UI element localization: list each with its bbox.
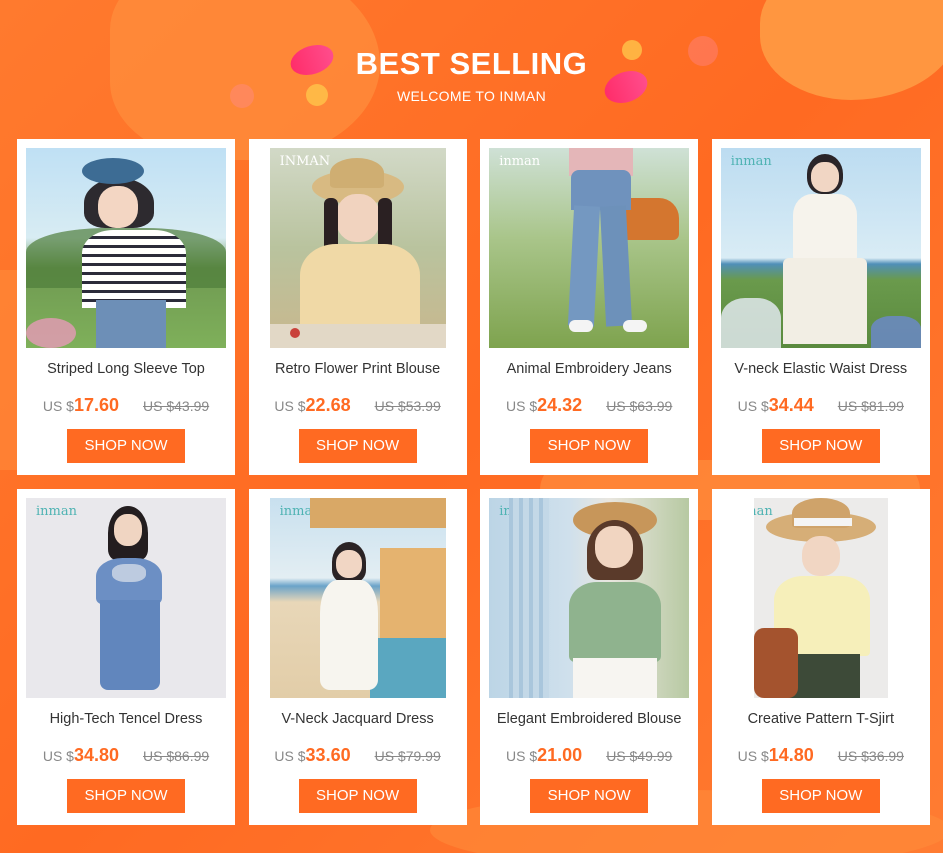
current-price: US $14.80	[737, 745, 814, 765]
product-photo[interactable]: inman	[26, 498, 226, 698]
brand-logo: inman	[754, 504, 773, 519]
price-row: US $14.80 US $36.99	[712, 745, 930, 766]
brand-logo: inman	[499, 154, 541, 169]
product-card[interactable]: INMAN Retro Flower Print Blouse US $22.6…	[248, 139, 467, 475]
current-price: US $34.80	[42, 745, 119, 765]
brand-logo: inman	[36, 504, 77, 519]
product-name[interactable]: Striped Long Sleeve Top	[17, 361, 235, 377]
current-price: US $21.00	[506, 745, 583, 765]
product-name[interactable]: Creative Pattern T-Sjirt	[712, 711, 930, 727]
brand-logo: INMAN	[279, 154, 331, 169]
original-price: US $53.99	[374, 398, 441, 414]
original-price: US $49.99	[606, 748, 673, 764]
product-card[interactable]: inman Creative Pattern T-Sjirt US $14.80…	[711, 489, 930, 825]
product-photo[interactable]	[26, 148, 226, 348]
shop-now-button[interactable]: SHOP NOW	[67, 429, 185, 463]
product-photo[interactable]: inman	[489, 148, 690, 348]
shop-now-button[interactable]: SHOP NOW	[298, 779, 417, 813]
shop-now-button[interactable]: SHOP NOW	[761, 429, 880, 463]
current-price: US $24.32	[506, 395, 583, 415]
page-title: BEST SELLING	[355, 46, 588, 81]
price-row: US $21.00 US $49.99	[480, 745, 698, 766]
product-photo[interactable]: INMAN	[269, 148, 446, 348]
banner-header: BEST SELLING WELCOME TO INMAN	[0, 44, 943, 104]
price-row: US $22.68 US $53.99	[249, 395, 467, 416]
product-name[interactable]: Animal Embroidery Jeans	[480, 361, 698, 377]
original-price: US $43.99	[143, 398, 210, 414]
product-photo[interactable]: inman	[489, 498, 690, 698]
current-price: US $22.68	[274, 395, 351, 415]
price-row: US $34.80 US $86.99	[17, 745, 235, 766]
current-price: US $34.44	[737, 395, 814, 415]
product-card[interactable]: inman Elegant Embroidered Blouse US $21.…	[480, 489, 699, 825]
original-price: US $86.99	[143, 748, 210, 764]
original-price: US $63.99	[606, 398, 673, 414]
product-grid: Striped Long Sleeve Top US $17.60 US $43…	[17, 139, 930, 825]
current-price: US $33.60	[274, 745, 351, 765]
brand-logo: inman	[730, 154, 772, 169]
shop-now-button[interactable]: SHOP NOW	[298, 429, 417, 463]
product-photo[interactable]: inman	[269, 498, 446, 698]
original-price: US $79.99	[374, 748, 441, 764]
shop-now-button[interactable]: SHOP NOW	[761, 779, 880, 813]
price-row: US $34.44 US $81.99	[712, 395, 930, 416]
product-card[interactable]: inman High-Tech Tencel Dress US $34.80 U…	[17, 489, 235, 825]
price-row: US $17.60 US $43.99	[17, 395, 235, 416]
product-card[interactable]: Striped Long Sleeve Top US $17.60 US $43…	[17, 139, 235, 475]
product-card[interactable]: inman Animal Embroidery Jeans US $24.32 …	[480, 139, 699, 475]
shop-now-button[interactable]: SHOP NOW	[67, 779, 185, 813]
price-row: US $33.60 US $79.99	[249, 745, 467, 766]
product-card[interactable]: inman V-neck Elastic Waist Dress US $34.…	[711, 139, 930, 475]
product-photo[interactable]: inman	[753, 498, 888, 698]
product-name[interactable]: V-neck Elastic Waist Dress	[712, 361, 930, 377]
price-row: US $24.32 US $63.99	[480, 395, 698, 416]
current-price: US $17.60	[42, 395, 119, 415]
shop-now-button[interactable]: SHOP NOW	[530, 429, 649, 463]
original-price: US $36.99	[837, 748, 904, 764]
page-subtitle: WELCOME TO INMAN	[397, 88, 546, 104]
product-name[interactable]: V-Neck Jacquard Dress	[249, 711, 467, 727]
original-price: US $81.99	[837, 398, 904, 414]
product-name[interactable]: Elegant Embroidered Blouse	[480, 711, 698, 727]
product-photo[interactable]: inman	[720, 148, 921, 348]
product-name[interactable]: High-Tech Tencel Dress	[17, 711, 235, 727]
product-name[interactable]: Retro Flower Print Blouse	[249, 361, 467, 377]
product-card[interactable]: inman V-Neck Jacquard Dress US $33.60 US…	[248, 489, 467, 825]
shop-now-button[interactable]: SHOP NOW	[530, 779, 649, 813]
